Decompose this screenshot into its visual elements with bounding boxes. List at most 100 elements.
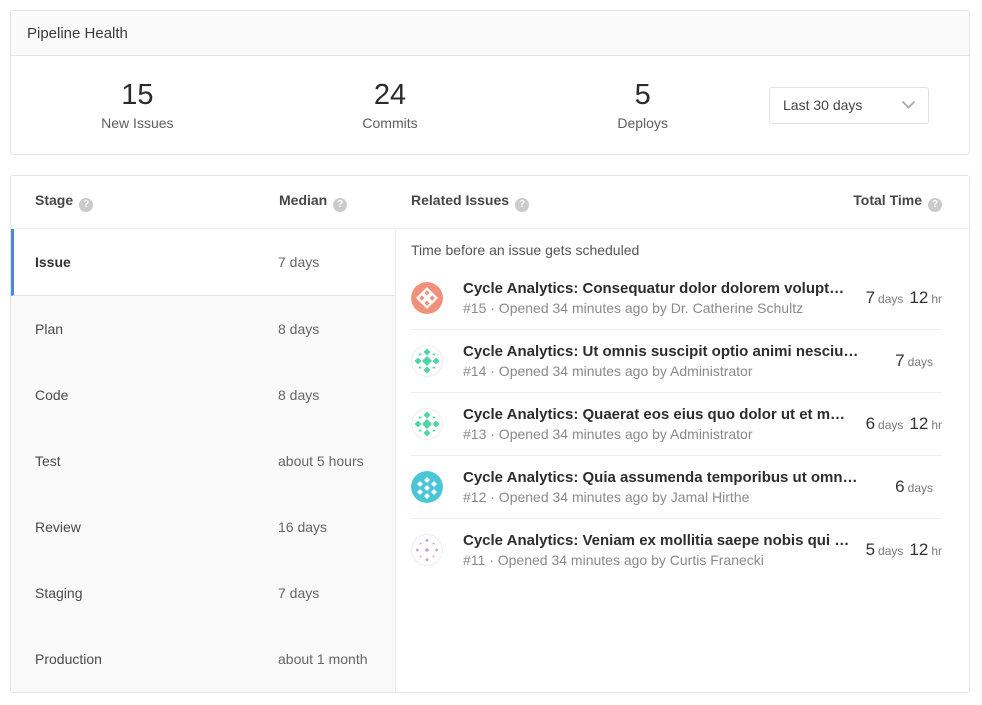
issue-item: Cycle Analytics: Quaerat eos eius quo do…: [411, 392, 942, 455]
related-issues-column-header: Related Issues?: [411, 192, 529, 212]
pipeline-health-body: 15 New Issues 24 Commits 5 Deploys Last …: [11, 56, 969, 154]
issue-text: Cycle Analytics: Ut omnis suscipit optio…: [463, 343, 881, 379]
median-column-header: Median?: [279, 192, 396, 212]
stage-row-issue[interactable]: Issue 7 days: [11, 229, 395, 296]
total-time-value: 12: [909, 540, 928, 559]
stage-name: Production: [11, 651, 278, 667]
total-time-unit: days: [878, 292, 903, 306]
total-time-value: 6: [866, 414, 875, 433]
cycle-analytics-card: Stage? Median? Related Issues? Total Tim…: [10, 175, 970, 693]
table-header-right: Related Issues? Total Time?: [396, 192, 969, 212]
total-time-header-label: Total Time: [853, 192, 922, 208]
median-header-label: Median: [279, 192, 327, 208]
issue-meta: #11 · Opened 34 minutes ago by Curtis Fr…: [463, 552, 852, 568]
stage-row-plan[interactable]: Plan 8 days: [11, 296, 395, 362]
stage-median: 8 days: [278, 321, 395, 337]
related-issues-panel: Time before an issue gets scheduled: [396, 229, 969, 692]
total-time-help-icon[interactable]: ?: [928, 198, 942, 212]
total-time-value: 6: [895, 477, 904, 496]
stat-deploys-value: 5: [516, 79, 769, 112]
author-avatar[interactable]: [411, 345, 443, 377]
stage-median: about 1 month: [278, 651, 395, 667]
stat-new-issues: 15 New Issues: [11, 79, 264, 130]
stat-deploys: 5 Deploys: [516, 79, 769, 130]
stage-name: Test: [11, 453, 278, 469]
issue-total-time: 7days12hr: [866, 288, 942, 308]
total-time-unit: days: [908, 355, 933, 369]
related-issues-help-icon[interactable]: ?: [515, 198, 529, 212]
stat-commits-value: 24: [264, 79, 517, 112]
stage-median: 16 days: [278, 519, 395, 535]
issue-total-time: 6days12hr: [866, 414, 942, 434]
total-time-unit: days: [878, 544, 903, 558]
author-avatar[interactable]: [411, 408, 443, 440]
total-time-unit: hr: [931, 544, 942, 558]
issue-title-link[interactable]: Cycle Analytics: Veniam ex mollitia saep…: [463, 532, 852, 549]
stage-name: Plan: [11, 321, 278, 337]
issue-item: Cycle Analytics: Ut omnis suscipit optio…: [411, 329, 942, 392]
issue-title-link[interactable]: Cycle Analytics: Consequatur dolor dolor…: [463, 280, 852, 297]
stage-median: 7 days: [278, 254, 395, 270]
issue-total-time: 7 days: [895, 351, 942, 371]
author-avatar[interactable]: [411, 471, 443, 503]
issue-text: Cycle Analytics: Veniam ex mollitia saep…: [463, 532, 852, 568]
date-range-dropdown[interactable]: Last 30 days: [769, 87, 929, 124]
stage-column-header: Stage?: [11, 192, 279, 212]
pipeline-health-card: Pipeline Health 15 New Issues 24 Commits…: [10, 10, 970, 155]
total-time-unit: days: [908, 481, 933, 495]
issue-title-link[interactable]: Cycle Analytics: Ut omnis suscipit optio…: [463, 343, 881, 360]
issue-item: Cycle Analytics: Consequatur dolor dolor…: [411, 267, 942, 329]
issue-title-link[interactable]: Cycle Analytics: Quia assumenda temporib…: [463, 469, 881, 486]
chevron-down-icon: [902, 101, 915, 109]
stage-name: Staging: [11, 585, 278, 601]
stage-name: Issue: [14, 254, 278, 270]
issue-text: Cycle Analytics: Quia assumenda temporib…: [463, 469, 881, 505]
stat-deploys-label: Deploys: [516, 115, 769, 131]
stage-median: 8 days: [278, 387, 395, 403]
issue-meta: #15 · Opened 34 minutes ago by Dr. Cathe…: [463, 300, 852, 316]
stat-new-issues-label: New Issues: [11, 115, 264, 131]
pipeline-health-header: Pipeline Health: [11, 11, 969, 56]
stats-row: 15 New Issues 24 Commits 5 Deploys: [11, 79, 769, 130]
issue-total-time: 6 days: [895, 477, 942, 497]
median-help-icon[interactable]: ?: [333, 198, 347, 212]
issue-text: Cycle Analytics: Quaerat eos eius quo do…: [463, 406, 852, 442]
total-time-unit: days: [878, 418, 903, 432]
related-issues-header-label: Related Issues: [411, 192, 509, 208]
table-header-row: Stage? Median? Related Issues? Total Tim…: [11, 176, 969, 229]
issue-text: Cycle Analytics: Consequatur dolor dolor…: [463, 280, 852, 316]
pipeline-health-title: Pipeline Health: [27, 25, 128, 42]
issue-meta: #14 · Opened 34 minutes ago by Administr…: [463, 363, 881, 379]
total-time-value: 7: [895, 351, 904, 370]
stat-commits: 24 Commits: [264, 79, 517, 130]
stage-description: Time before an issue gets scheduled: [411, 229, 942, 267]
issue-meta: #13 · Opened 34 minutes ago by Administr…: [463, 426, 852, 442]
author-avatar[interactable]: [411, 534, 443, 566]
stage-row-test[interactable]: Test about 5 hours: [11, 428, 395, 494]
author-avatar[interactable]: [411, 282, 443, 314]
stage-name: Code: [11, 387, 278, 403]
issue-total-time: 5days 12hr: [866, 540, 942, 560]
total-time-unit: hr: [931, 418, 942, 432]
table-header-left: Stage? Median?: [11, 192, 396, 212]
stage-row-review[interactable]: Review 16 days: [11, 494, 395, 560]
cycle-analytics-body: Issue 7 days Plan 8 days Code 8 days Tes…: [11, 229, 969, 692]
stage-row-staging[interactable]: Staging 7 days: [11, 560, 395, 626]
page: Pipeline Health 15 New Issues 24 Commits…: [0, 0, 982, 705]
stage-row-production[interactable]: Production about 1 month: [11, 626, 395, 692]
total-time-column-header: Total Time?: [853, 192, 942, 212]
stage-header-label: Stage: [35, 192, 73, 208]
stage-row-code[interactable]: Code 8 days: [11, 362, 395, 428]
total-time-value: 12: [909, 288, 928, 307]
date-range-selected-label: Last 30 days: [783, 97, 862, 113]
stage-name: Review: [11, 519, 278, 535]
stage-median: 7 days: [278, 585, 395, 601]
issue-item: Cycle Analytics: Quia assumenda temporib…: [411, 455, 942, 518]
total-time-value: 7: [866, 288, 875, 307]
stage-median: about 5 hours: [278, 453, 395, 469]
stat-commits-label: Commits: [264, 115, 517, 131]
total-time-value: 5: [866, 540, 875, 559]
issue-meta: #12 · Opened 34 minutes ago by Jamal Hir…: [463, 489, 881, 505]
issue-title-link[interactable]: Cycle Analytics: Quaerat eos eius quo do…: [463, 406, 852, 423]
stage-help-icon[interactable]: ?: [79, 198, 93, 212]
